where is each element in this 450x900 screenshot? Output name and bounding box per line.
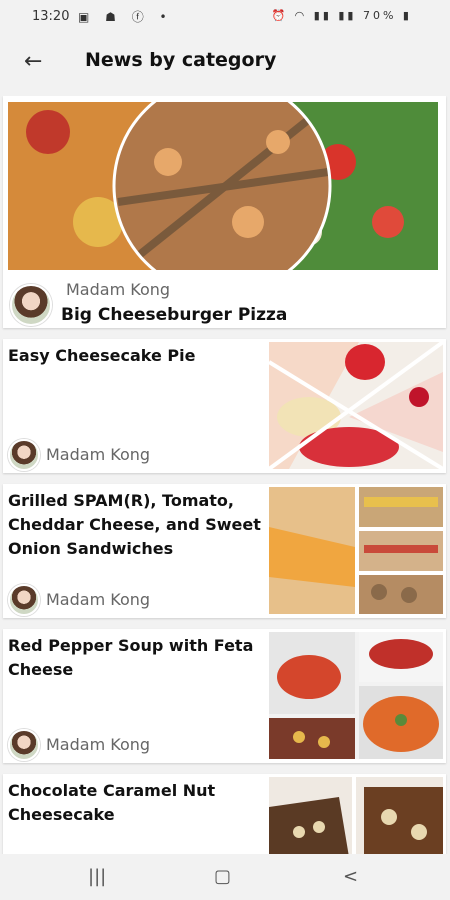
battery-percent: 70% [362, 9, 397, 22]
back-arrow-icon[interactable]: ← [24, 48, 52, 76]
system-nav-bar: ||| ▢ < [0, 854, 450, 900]
article-author: Madam Kong [46, 735, 151, 754]
article-title: Red Pepper Soup with Feta Cheese [8, 636, 254, 679]
article-card[interactable]: Easy Cheesecake Pie Madam Kong [3, 339, 446, 473]
author-avatar [8, 729, 40, 761]
article-thumbnail [269, 487, 443, 614]
article-title: Grilled SPAM(R), Tomato, Cheddar Cheese,… [8, 491, 261, 558]
article-title: Chocolate Caramel Nut Cheesecake [8, 781, 216, 824]
article-author: Madam Kong [46, 590, 151, 609]
author-avatar [8, 584, 40, 616]
article-author: Madam Kong [46, 445, 151, 464]
news-feed[interactable]: Madam Kong Big Cheeseburger Pizza Easy C… [0, 96, 450, 854]
nav-back-button[interactable]: < [343, 866, 358, 887]
article-thumbnail [269, 632, 443, 759]
notification-icons: ▣ ☗ ⓕ • [78, 10, 173, 24]
recents-button[interactable]: ||| [88, 866, 106, 887]
article-card[interactable]: Grilled SPAM(R), Tomato, Cheddar Cheese,… [3, 484, 446, 618]
system-icons: ⏰ ◠ ▮▮ ▮▮ 70% ▮ [271, 9, 412, 22]
author-avatar [8, 439, 40, 471]
article-title: Big Cheeseburger Pizza [61, 305, 288, 325]
article-card[interactable]: Chocolate Caramel Nut Cheesecake [3, 774, 446, 854]
featured-image [8, 102, 438, 270]
page-title: News by category [85, 49, 277, 71]
featured-article-card[interactable]: Madam Kong Big Cheeseburger Pizza [3, 96, 446, 328]
author-avatar [10, 284, 52, 326]
article-card[interactable]: Red Pepper Soup with Feta Cheese Madam K… [3, 629, 446, 763]
status-time: 13:20 [32, 9, 70, 24]
article-thumbnail [269, 342, 443, 469]
article-author: Madam Kong [66, 280, 171, 299]
home-button[interactable]: ▢ [214, 866, 231, 887]
article-thumbnail [269, 777, 443, 854]
app-bar: ← News by category [0, 34, 450, 92]
status-bar: 13:20 ▣ ☗ ⓕ • ⏰ ◠ ▮▮ ▮▮ 70% ▮ [0, 0, 450, 34]
article-title: Easy Cheesecake Pie [8, 346, 196, 365]
